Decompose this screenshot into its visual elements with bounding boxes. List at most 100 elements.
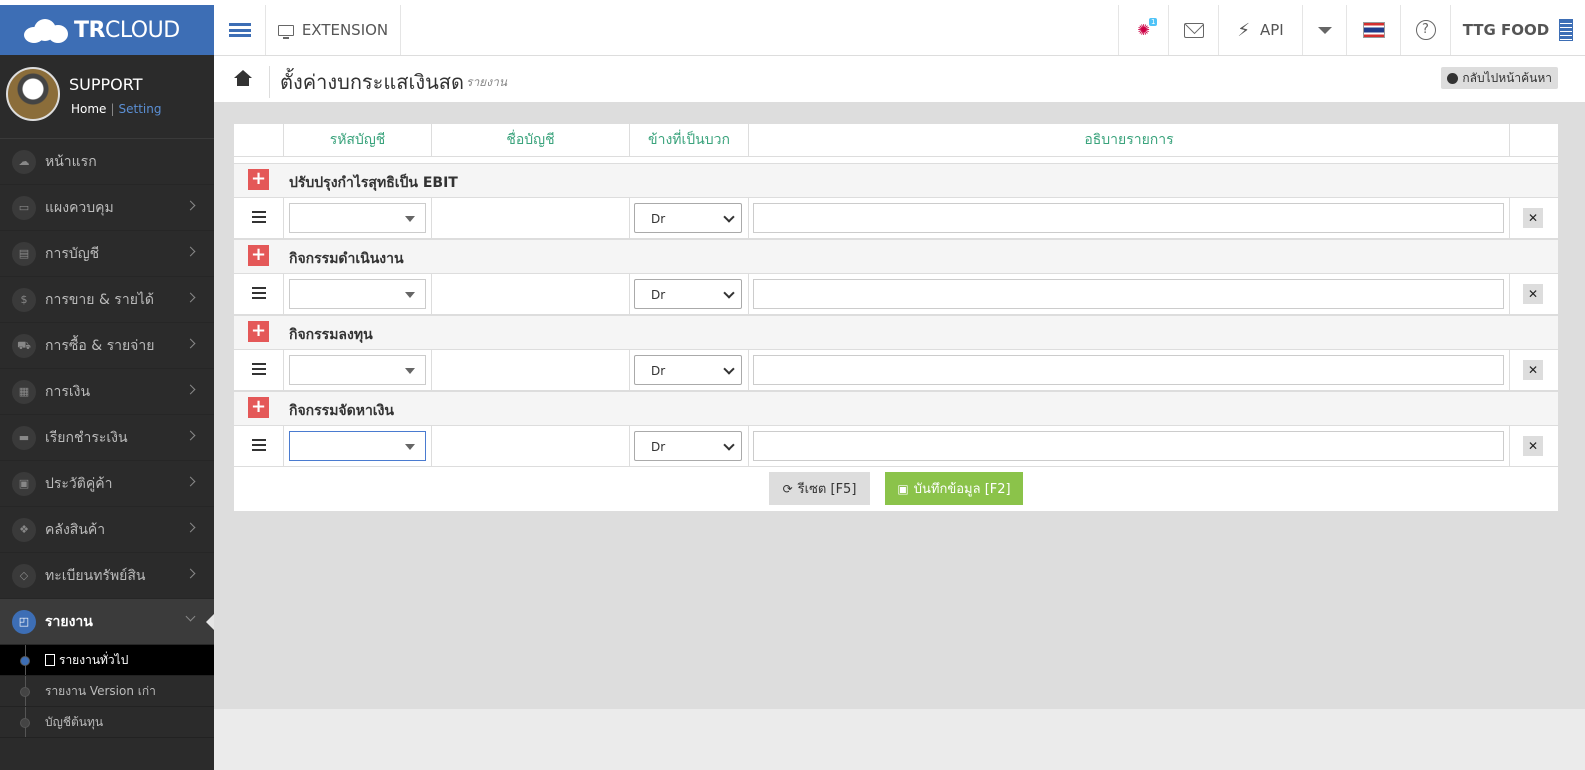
add-row-button[interactable]: + bbox=[248, 321, 269, 342]
sidebar-item-5[interactable]: ▦ การเงิน bbox=[0, 369, 214, 415]
help-button[interactable]: ? bbox=[1400, 5, 1450, 55]
page-title: ตั้งค่างบกระแสเงินสด bbox=[269, 66, 464, 98]
chevron-icon bbox=[185, 200, 196, 211]
user-profile: SUPPORT Home | Setting bbox=[0, 55, 214, 139]
bullet-icon bbox=[20, 687, 30, 697]
cubes-icon: ❖ bbox=[12, 518, 36, 542]
arrow-circle-left-icon bbox=[1447, 72, 1459, 84]
sidebar-nav: ☁ หน้าแรก ▭ แผงควบคุม ▤ การบัญชี $ การขาย & ราย… bbox=[0, 139, 214, 738]
delete-row-button[interactable]: ✕ bbox=[1523, 284, 1543, 304]
sidebar-item-8[interactable]: ❖ คลังสินค้า bbox=[0, 507, 214, 553]
sidebar-item-6[interactable]: ▬ เรียกชำระเงิน bbox=[0, 415, 214, 461]
sidebar-subitem-label: รายงานทั่วไป bbox=[59, 652, 129, 667]
delete-row-button[interactable]: ✕ bbox=[1523, 360, 1543, 380]
cloud-icon: ☁ bbox=[12, 150, 36, 174]
sidebar-subitem-0[interactable]: รายงานทั่วไป bbox=[0, 645, 214, 676]
notification-badge: 1 bbox=[1149, 18, 1158, 26]
reset-button[interactable]: ⟳ รีเซต [F5] bbox=[769, 472, 870, 505]
sidebar-item-9[interactable]: ◇ ทะเบียนทรัพย์สิน bbox=[0, 553, 214, 599]
account-code-select[interactable] bbox=[289, 431, 426, 461]
top-navbar: TRCLOUD EXTENSION ✺ 1 ⚡ API ? TTG FOOD bbox=[0, 0, 1585, 56]
page-header: ตั้งค่างบกระแสเงินสด รายงาน กลับไปหน้าค้… bbox=[214, 56, 1585, 102]
group-label: กิจกรรมลงทุน bbox=[289, 327, 373, 343]
reset-label: รีเซต [F5] bbox=[797, 482, 857, 497]
sidebar-item-2[interactable]: ▤ การบัญชี bbox=[0, 231, 214, 277]
cart-icon: ⛟ bbox=[12, 334, 36, 358]
home-link[interactable]: Home bbox=[71, 102, 106, 116]
account-code-select[interactable] bbox=[289, 279, 426, 309]
account-code-select[interactable] bbox=[289, 203, 426, 233]
notification-button[interactable]: ✺ 1 bbox=[1118, 5, 1168, 55]
group-row: + กิจกรรมดำเนินงาน bbox=[234, 239, 1558, 274]
add-row-button[interactable]: + bbox=[248, 169, 269, 190]
header-positive-side: ข้างที่เป็นบวก bbox=[629, 124, 748, 157]
positive-side-select[interactable]: Dr bbox=[634, 203, 742, 233]
extension-button[interactable]: EXTENSION bbox=[266, 5, 401, 55]
sidebar-item-10[interactable]: ◰ รายงาน bbox=[0, 599, 214, 645]
api-button[interactable]: ⚡ API bbox=[1218, 5, 1302, 55]
sidebar-item-label: หน้าแรก bbox=[45, 153, 97, 170]
cashflow-settings-panel: รหัสบัญชี ชื่อบัญชี ข้างที่เป็นบวก อธิบา… bbox=[234, 124, 1558, 511]
delete-row-button[interactable]: ✕ bbox=[1523, 436, 1543, 456]
add-row-button[interactable]: + bbox=[248, 245, 269, 266]
positive-side-select[interactable]: Dr bbox=[634, 355, 742, 385]
extension-label: EXTENSION bbox=[301, 21, 389, 39]
add-row-button[interactable]: + bbox=[248, 397, 269, 418]
drag-handle-icon[interactable] bbox=[252, 287, 266, 302]
description-input[interactable] bbox=[753, 203, 1504, 233]
book-icon: ▤ bbox=[12, 242, 36, 266]
description-input[interactable] bbox=[753, 355, 1504, 385]
calendar-icon: ▦ bbox=[12, 380, 36, 404]
report-icon: ◰ bbox=[12, 610, 36, 634]
drag-handle-icon[interactable] bbox=[252, 211, 266, 226]
back-to-search-button[interactable]: กลับไปหน้าค้นหา bbox=[1441, 67, 1558, 89]
building-icon bbox=[1559, 19, 1574, 41]
setting-link[interactable]: Setting bbox=[118, 102, 161, 116]
table-row: Dr ✕ bbox=[234, 274, 1558, 315]
header-account-name: ชื่อบัญชี bbox=[431, 124, 629, 157]
description-input[interactable] bbox=[753, 431, 1504, 461]
caret-down-icon bbox=[1317, 26, 1332, 34]
positive-side-select[interactable]: Dr bbox=[634, 431, 742, 461]
sidebar-subitem-2[interactable]: บัญชีต้นทุน bbox=[0, 707, 214, 738]
sidebar-item-label: เรียกชำระเงิน bbox=[45, 429, 128, 446]
floppy-disk-icon: ▣ bbox=[897, 481, 909, 496]
brand-name: TRCLOUD bbox=[74, 17, 180, 43]
language-button[interactable] bbox=[1346, 5, 1400, 55]
chevron-icon bbox=[185, 476, 196, 487]
bullet-icon bbox=[20, 656, 30, 666]
save-button[interactable]: ▣ บันทึกข้อมูล [F2] bbox=[885, 472, 1023, 505]
question-circle-icon: ? bbox=[1415, 20, 1436, 40]
drag-handle-icon[interactable] bbox=[252, 439, 266, 454]
drag-handle-icon[interactable] bbox=[252, 363, 266, 378]
brand-logo[interactable]: TRCLOUD bbox=[0, 5, 214, 55]
delete-row-button[interactable]: ✕ bbox=[1523, 208, 1543, 228]
group-label: ปรับปรุงกำไรสุทธิเป็น EBIT bbox=[289, 175, 458, 191]
cloud-logo-icon bbox=[22, 17, 70, 43]
avatar[interactable] bbox=[6, 67, 60, 121]
positive-side-select[interactable]: Dr bbox=[634, 279, 742, 309]
sidebar-subitem-1[interactable]: รายงาน Version เก่า bbox=[0, 676, 214, 707]
plug-icon: ⚡ bbox=[1237, 19, 1250, 41]
chevron-icon bbox=[185, 338, 196, 349]
home-icon[interactable] bbox=[234, 70, 252, 86]
chevron-icon bbox=[185, 292, 196, 303]
api-label: API bbox=[1259, 21, 1284, 39]
company-menu[interactable]: TTG FOOD bbox=[1450, 5, 1585, 55]
description-input[interactable] bbox=[753, 279, 1504, 309]
group-label: กิจกรรมดำเนินงาน bbox=[289, 251, 404, 267]
sidebar-item-7[interactable]: ▣ ประวัติคู่ค้า bbox=[0, 461, 214, 507]
chevron-icon bbox=[185, 384, 196, 395]
dropdown-button[interactable] bbox=[1302, 5, 1346, 55]
menu-toggle-button[interactable] bbox=[214, 5, 266, 55]
envelope-icon bbox=[1183, 22, 1204, 38]
sidebar-item-4[interactable]: ⛟ การซื้อ & รายจ่าย bbox=[0, 323, 214, 369]
mail-button[interactable] bbox=[1168, 5, 1218, 55]
sidebar-item-3[interactable]: $ การขาย & รายได้ bbox=[0, 277, 214, 323]
sidebar-item-1[interactable]: ▭ แผงควบคุม bbox=[0, 185, 214, 231]
sidebar-item-0[interactable]: ☁ หน้าแรก bbox=[0, 139, 214, 185]
account-code-select[interactable] bbox=[289, 355, 426, 385]
chevron-icon bbox=[185, 522, 196, 533]
table-header: รหัสบัญชี ชื่อบัญชี ข้างที่เป็นบวก อธิบา… bbox=[234, 124, 1558, 157]
monitor-icon bbox=[277, 24, 294, 39]
